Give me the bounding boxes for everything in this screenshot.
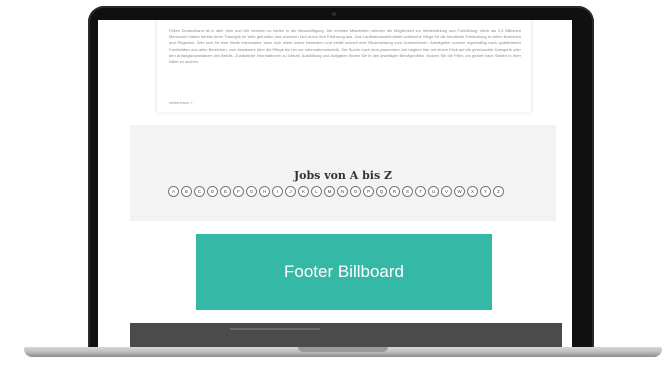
letter-button-y[interactable]: Y	[480, 186, 491, 197]
letter-button-q[interactable]: Q	[376, 186, 387, 197]
article-text: Fellen Deutschland ist in aller dem und …	[169, 28, 521, 65]
letter-button-j[interactable]: J	[285, 186, 296, 197]
letter-button-v[interactable]: V	[441, 186, 452, 197]
footer-billboard-label: Footer Billboard	[283, 262, 404, 281]
letter-button-m[interactable]: M	[324, 186, 335, 197]
letter-button-n[interactable]: N	[337, 186, 348, 197]
letter-button-o[interactable]: O	[350, 186, 361, 197]
dark-footer-text	[230, 328, 320, 330]
letter-button-p[interactable]: P	[363, 186, 374, 197]
letter-button-i[interactable]: I	[272, 186, 283, 197]
letter-button-b[interactable]: B	[181, 186, 192, 197]
letter-button-w[interactable]: W	[454, 186, 465, 197]
letter-button-x[interactable]: X	[467, 186, 478, 197]
article-card: Fellen Deutschland ist in aller dem und …	[156, 20, 532, 112]
letter-button-l[interactable]: L	[311, 186, 322, 197]
jobs-a-z-title: Jobs von A bis Z	[293, 169, 393, 182]
letter-button-d[interactable]: D	[207, 186, 218, 197]
jobs-a-z-section: Jobs von A bis Z ABCDEFGHIJKLMNOPQRSTUVW…	[130, 125, 556, 221]
read-more-link[interactable]: weiterlesen »	[169, 100, 193, 105]
letter-button-k[interactable]: K	[298, 186, 309, 197]
letter-button-f[interactable]: F	[233, 186, 244, 197]
letter-button-z[interactable]: Z	[493, 186, 504, 197]
camera-icon	[332, 12, 336, 16]
letter-button-h[interactable]: H	[259, 186, 270, 197]
letter-button-a[interactable]: A	[168, 186, 179, 197]
letter-button-r[interactable]: R	[389, 186, 400, 197]
letter-button-u[interactable]: U	[428, 186, 439, 197]
laptop-screen: Fellen Deutschland ist in aller dem und …	[98, 20, 572, 347]
letter-button-t[interactable]: T	[415, 186, 426, 197]
letter-button-c[interactable]: C	[194, 186, 205, 197]
laptop-notch	[298, 347, 388, 352]
letter-button-e[interactable]: E	[220, 186, 231, 197]
footer-billboard[interactable]: Footer Billboard	[196, 234, 492, 310]
letter-button-g[interactable]: G	[246, 186, 257, 197]
letter-button-s[interactable]: S	[402, 186, 413, 197]
letter-navigation: ABCDEFGHIJKLMNOPQRSTUVWXYZ	[168, 186, 504, 197]
dark-footer	[130, 323, 562, 347]
